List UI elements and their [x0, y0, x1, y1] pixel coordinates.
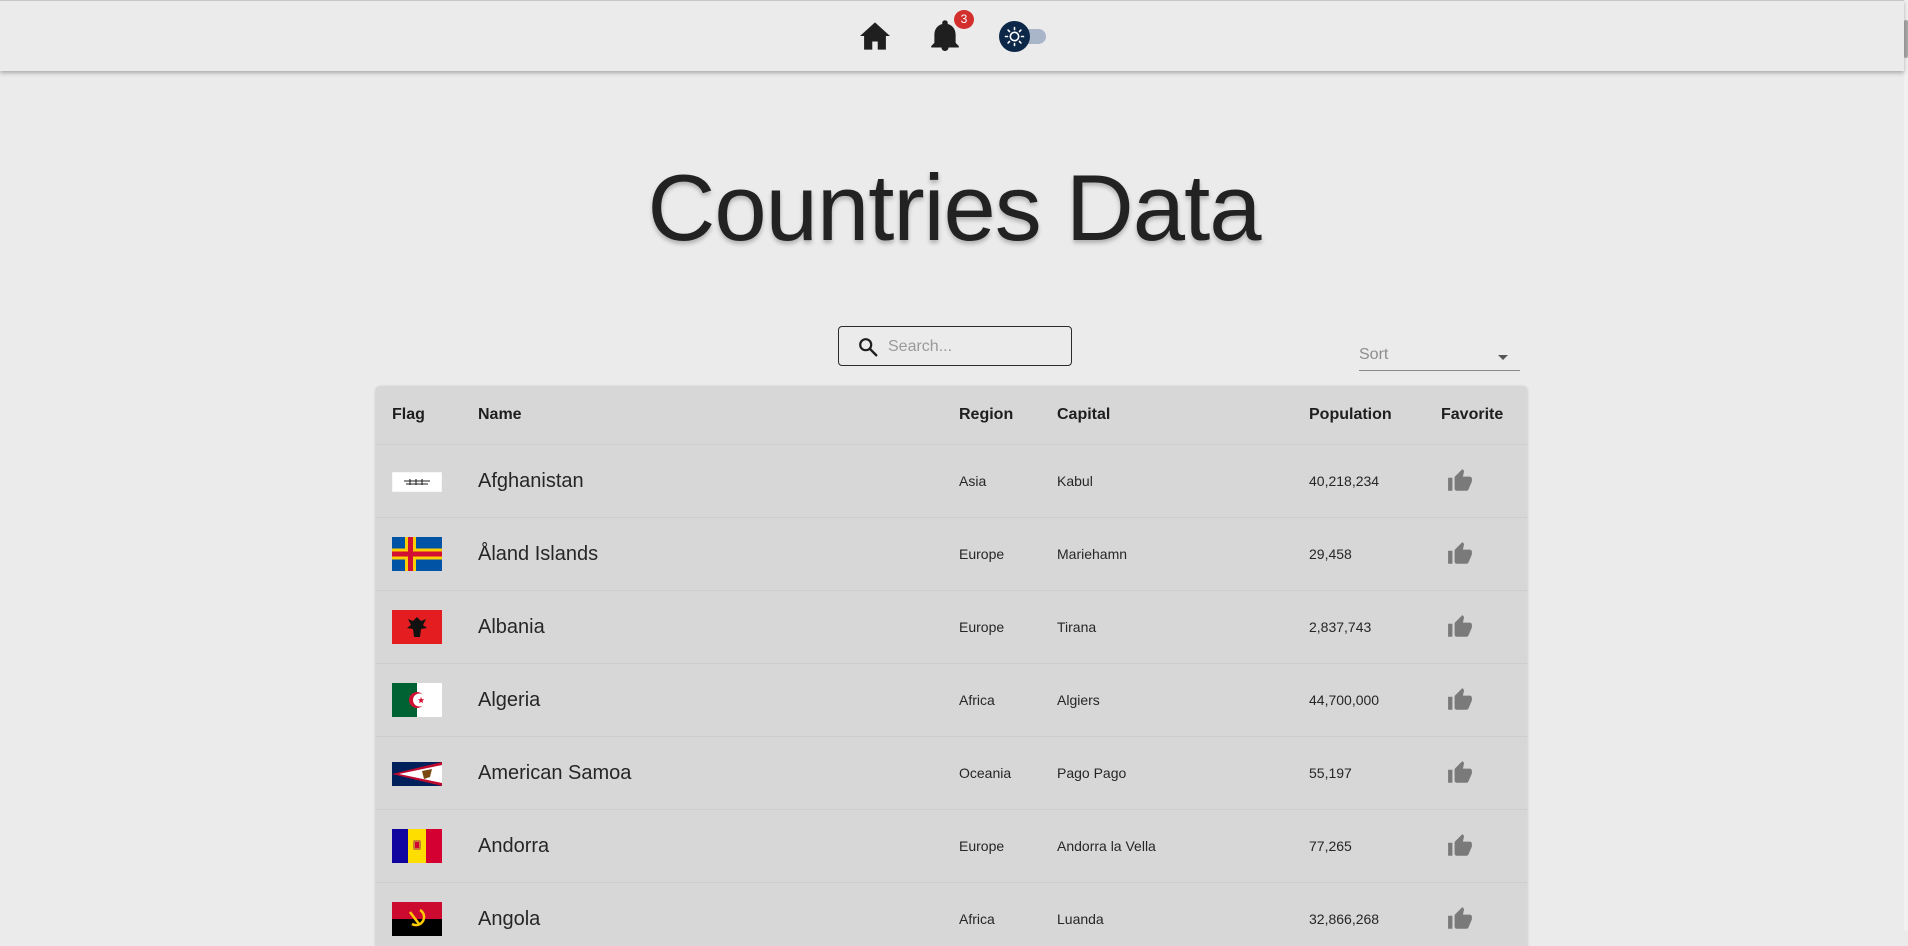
home-icon [858, 21, 892, 51]
country-capital: Tirana [1057, 591, 1309, 664]
sun-icon [999, 21, 1030, 52]
home-button[interactable] [858, 21, 892, 51]
page-title: Countries Data [0, 148, 1908, 268]
column-header-region[interactable]: Region [959, 386, 1057, 445]
country-population: 29,458 [1309, 518, 1441, 591]
table-row[interactable]: Angola Africa Luanda 32,866,268 [376, 883, 1527, 946]
country-name: Algeria [478, 664, 959, 737]
caret-down-icon [1498, 355, 1508, 360]
country-name: Andorra [478, 810, 959, 883]
notification-badge: 3 [954, 10, 974, 29]
andorra-flag [392, 829, 442, 863]
thumb-up-icon[interactable] [1447, 906, 1473, 932]
country-region: Europe [959, 518, 1057, 591]
country-region: Asia [959, 445, 1057, 518]
sort-select[interactable]: Sort [1359, 342, 1520, 371]
thumb-up-icon[interactable] [1447, 760, 1473, 786]
country-capital: Kabul [1057, 445, 1309, 518]
column-header-name[interactable]: Name [478, 386, 959, 445]
top-app-bar: 3 [0, 0, 1904, 71]
country-region: Europe [959, 810, 1057, 883]
country-capital: Andorra la Vella [1057, 810, 1309, 883]
country-name: Albania [478, 591, 959, 664]
country-capital: Luanda [1057, 883, 1309, 946]
table-row[interactable]: Albania Europe Tirana 2,837,743 [376, 591, 1527, 664]
afghanistan-flag [392, 464, 442, 498]
country-name: Åland Islands [478, 518, 959, 591]
search-box[interactable] [838, 326, 1072, 366]
column-header-favorite[interactable]: Favorite [1441, 386, 1527, 445]
column-header-flag[interactable]: Flag [376, 386, 478, 445]
thumb-up-icon[interactable] [1447, 614, 1473, 640]
toggle-thumb [999, 21, 1030, 52]
search-input[interactable] [886, 333, 1065, 361]
page-scrollbar[interactable] [1904, 0, 1908, 931]
table-row[interactable]: American Samoa Oceania Pago Pago 55,197 [376, 737, 1527, 810]
thumb-up-icon[interactable] [1447, 833, 1473, 859]
country-population: 44,700,000 [1309, 664, 1441, 737]
country-capital: Algiers [1057, 664, 1309, 737]
column-header-population[interactable]: Population [1309, 386, 1441, 445]
country-name: American Samoa [478, 737, 959, 810]
country-region: Oceania [959, 737, 1057, 810]
thumb-up-icon[interactable] [1447, 468, 1473, 494]
country-population: 55,197 [1309, 737, 1441, 810]
table-row[interactable]: Algeria Africa Algiers 44,700,000 [376, 664, 1527, 737]
column-header-capital[interactable]: Capital [1057, 386, 1309, 445]
search-icon [857, 336, 879, 358]
american-samoa-flag [392, 756, 442, 790]
country-capital: Pago Pago [1057, 737, 1309, 810]
country-capital: Mariehamn [1057, 518, 1309, 591]
country-population: 77,265 [1309, 810, 1441, 883]
thumb-up-icon[interactable] [1447, 541, 1473, 567]
country-name: Afghanistan [478, 445, 959, 518]
country-region: Africa [959, 883, 1057, 946]
albania-flag [392, 610, 442, 644]
countries-table: Flag Name Region Capital Population Favo… [376, 386, 1527, 946]
country-population: 32,866,268 [1309, 883, 1441, 946]
scrollbar-thumb[interactable] [1904, 20, 1908, 58]
table-row[interactable]: Andorra Europe Andorra la Vella 77,265 [376, 810, 1527, 883]
country-population: 2,837,743 [1309, 591, 1441, 664]
thumb-up-icon[interactable] [1447, 687, 1473, 713]
table-row[interactable]: Afghanistan Asia Kabul 40,218,234 [376, 445, 1527, 518]
table-header-row: Flag Name Region Capital Population Favo… [376, 386, 1527, 445]
country-name: Angola [478, 883, 959, 946]
theme-toggle[interactable] [998, 19, 1050, 53]
country-region: Africa [959, 664, 1057, 737]
algeria-flag [392, 683, 442, 717]
sort-label: Sort [1359, 346, 1388, 364]
table-row[interactable]: Åland Islands Europe Mariehamn 29,458 [376, 518, 1527, 591]
country-region: Europe [959, 591, 1057, 664]
aland-islands-flag [392, 537, 442, 571]
country-population: 40,218,234 [1309, 445, 1441, 518]
